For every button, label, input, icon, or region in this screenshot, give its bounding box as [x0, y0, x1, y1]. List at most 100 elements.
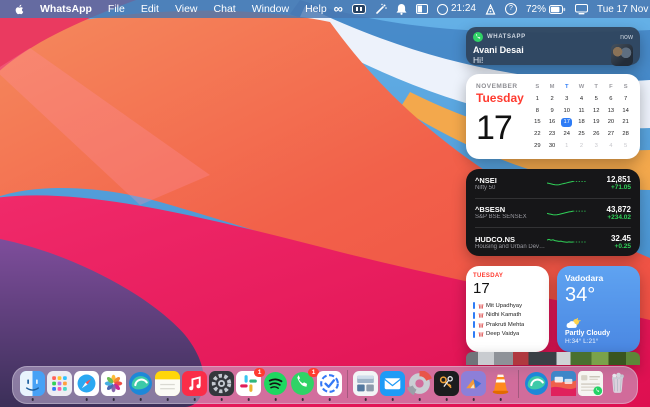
stock-symbol: HUDCO.NS — [475, 235, 547, 244]
dock-item-microsoft-edge[interactable] — [128, 371, 153, 396]
beacon-status-icon[interactable] — [485, 4, 496, 15]
dock-item-spotify[interactable] — [263, 371, 288, 396]
dock-item-trash[interactable] — [605, 371, 630, 396]
running-indicator — [445, 398, 448, 401]
dock-item-photos-folder[interactable] — [353, 371, 378, 396]
magnet-status-icon[interactable] — [352, 4, 366, 14]
dock-item-daisydisk[interactable] — [407, 371, 432, 396]
calendar-day-header: T — [591, 83, 602, 92]
weather-widget[interactable]: Vadodara 34° Partly Cloudy H:34° L:21° — [557, 266, 640, 352]
running-indicator — [418, 398, 421, 401]
event-row[interactable]: Nidhi Kamath — [473, 312, 542, 319]
event-row[interactable]: Prakruti Mehta — [473, 321, 542, 328]
ticktick-icon — [317, 371, 342, 396]
calendar-date-cell: 16 — [547, 118, 558, 127]
vlc-icon — [488, 371, 513, 396]
dock-item-launchpad[interactable] — [47, 371, 72, 396]
stock-name: Nifty 50 — [475, 185, 547, 191]
events-weekday: TUESDAY — [473, 273, 542, 279]
menu-item-whatsapp[interactable]: WhatsApp — [33, 3, 99, 15]
dock-item-minimized-window-whatsapp[interactable] — [578, 371, 603, 396]
stock-symbol: ^NSEI — [475, 176, 547, 185]
events-widget[interactable]: TUESDAY 17 Mit UpadhyayNidhi KamathPrakr… — [466, 266, 549, 352]
battery-status[interactable]: 72% — [526, 4, 566, 15]
dock-item-system-preferences[interactable] — [209, 371, 234, 396]
calendar-widget[interactable]: NOVEMBER Tuesday 17 SMTWTFS1234567891011… — [466, 74, 640, 159]
launchpad-icon — [47, 371, 72, 396]
whatsapp-icon — [473, 32, 483, 42]
stock-row[interactable]: ^BSESNS&P BSE SENSEX43,872+234.02 — [475, 198, 631, 228]
stock-sparkline — [547, 206, 587, 220]
stock-row[interactable]: ^NSEINifty 5012,851+71.05 — [475, 169, 631, 198]
calendar-day-header: M — [547, 83, 558, 92]
menu-item-chat[interactable]: Chat — [207, 3, 243, 15]
apple-menu[interactable] — [8, 3, 31, 16]
partly-cloudy-icon — [565, 318, 581, 329]
dock-item-notes[interactable] — [155, 371, 180, 396]
battery-icon — [549, 5, 566, 14]
dock-item-ticktick[interactable] — [317, 371, 342, 396]
calendar-day-header: F — [605, 83, 616, 92]
calendar-day-header: S — [620, 83, 631, 92]
stock-value: 32.45 — [587, 234, 631, 243]
menu-bar-clock[interactable]: Tue 17 Nov 2:10 PM — [597, 4, 650, 15]
dock-item-vlc[interactable] — [488, 371, 513, 396]
birthday-gift-icon — [478, 322, 484, 328]
birthday-gift-icon — [478, 331, 484, 337]
calendar-date-cell: 4 — [576, 95, 587, 104]
menu-item-view[interactable]: View — [168, 3, 205, 15]
dock-item-keychain[interactable] — [434, 371, 459, 396]
dock-item-mail[interactable] — [380, 371, 405, 396]
photos-icon — [101, 371, 126, 396]
dock-item-slack[interactable]: 1 — [236, 371, 261, 396]
calendar-date-cell: 8 — [532, 107, 543, 116]
dock-item-music[interactable] — [182, 371, 207, 396]
calendar-date-cell: 24 — [561, 130, 572, 139]
notification-bell-icon[interactable] — [396, 3, 407, 15]
dock-item-minimized-window-screenshot[interactable] — [551, 371, 576, 396]
menu-item-help[interactable]: Help — [298, 3, 334, 15]
running-indicator — [274, 398, 277, 401]
photos-widget-peek[interactable] — [466, 352, 640, 365]
calendar-date-cell: 12 — [591, 107, 602, 116]
dock-item-finder[interactable] — [20, 371, 45, 396]
menu-item-window[interactable]: Window — [245, 3, 296, 15]
event-name: Deep Vaidya — [486, 331, 519, 337]
stock-sparkline — [547, 235, 587, 249]
menu-item-edit[interactable]: Edit — [134, 3, 166, 15]
origami-app-icon — [461, 371, 486, 396]
infinity-status-icon[interactable]: ∞ — [334, 1, 343, 17]
dock-item-edge-recent[interactable] — [524, 371, 549, 396]
keychain-icon — [434, 371, 459, 396]
calendar-grid: SMTWTFS123456789101112131415161718192021… — [530, 82, 633, 152]
screen-mirroring-icon[interactable] — [575, 4, 588, 15]
dock-item-origami-app[interactable] — [461, 371, 486, 396]
stock-name: Housing and Urban Develop... — [475, 244, 547, 250]
event-row[interactable]: Mit Upadhyay — [473, 302, 542, 309]
split-view-status-icon[interactable] — [416, 4, 428, 14]
whatsapp-notification[interactable]: WHATSAPP now Avani Desai Hi! — [466, 27, 640, 65]
calendar-date-cell: 3 — [561, 95, 572, 104]
event-name: Nidhi Kamath — [486, 312, 521, 318]
dock-item-photos[interactable] — [101, 371, 126, 396]
calendar-date-cell: 15 — [532, 118, 543, 127]
calendar-today-cell: 17 — [561, 118, 572, 127]
dock-item-safari[interactable] — [74, 371, 99, 396]
dock-item-whatsapp[interactable]: 1 — [290, 371, 315, 396]
safari-icon — [74, 371, 99, 396]
calendar-date-cell: 2 — [576, 142, 587, 151]
weather-city: Vadodara — [565, 273, 632, 283]
calendar-date-cell: 11 — [576, 107, 587, 116]
stock-row[interactable]: HUDCO.NSHousing and Urban Develop... 32.4… — [475, 227, 631, 257]
help-status-icon[interactable]: ? — [505, 3, 517, 15]
stocks-widget[interactable]: ^NSEINifty 5012,851+71.05^BSESNS&P BSE S… — [466, 169, 640, 256]
wand-status-icon[interactable] — [375, 3, 387, 15]
desktop: { "menu_bar": { "menus": ["WhatsApp", "F… — [0, 0, 650, 407]
event-name: Mit Upadhyay — [486, 303, 522, 309]
calendar-date-cell: 1 — [561, 142, 572, 151]
timer-status[interactable]: 21:24 — [437, 4, 476, 15]
menu-item-file[interactable]: File — [101, 3, 132, 15]
event-row[interactable]: Deep Vaidya — [473, 331, 542, 338]
calendar-date-cell: 28 — [620, 130, 631, 139]
calendar-date-cell: 26 — [591, 130, 602, 139]
